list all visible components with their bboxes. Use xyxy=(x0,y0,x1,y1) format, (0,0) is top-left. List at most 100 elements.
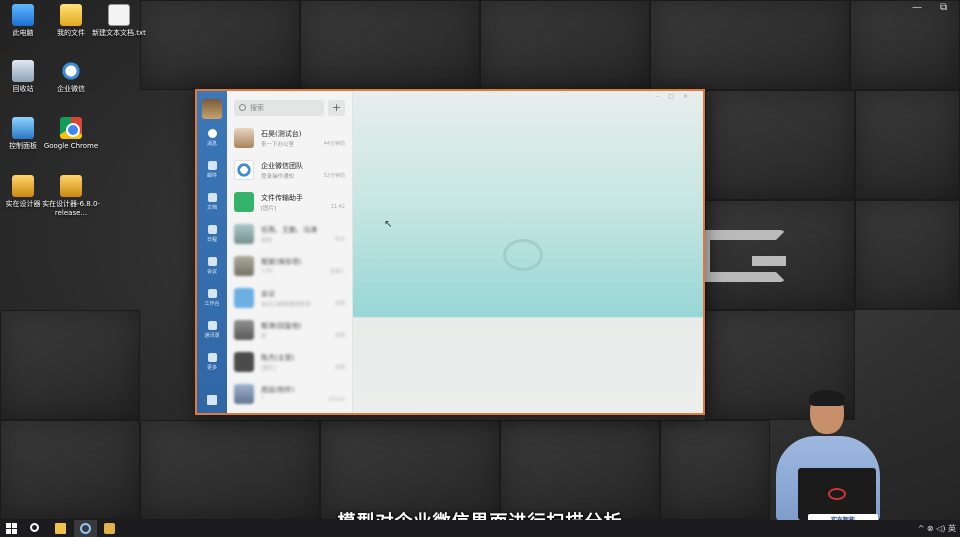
conversation-preview: 会议已被管理员取消 xyxy=(261,302,311,308)
conversation-time: 44分钟前 xyxy=(323,141,345,147)
desktop-icon-label: 我的文件 xyxy=(57,29,85,37)
conversation-name: 陈杰(主管) xyxy=(261,354,295,362)
folder-icon xyxy=(234,192,254,212)
conversation-name: 周延(附件) xyxy=(261,386,295,394)
search-icon[interactable] xyxy=(30,523,39,532)
folder-icon xyxy=(60,4,82,26)
list-item[interactable]: 周延(附件) ? 8月4日 xyxy=(227,379,353,411)
contacts-icon xyxy=(207,321,217,330)
desktop-icon-wecom[interactable]: 企业微信 xyxy=(41,60,101,94)
desktop-icon-label: 回收站 xyxy=(12,85,34,93)
rail-item-label: 文档 xyxy=(206,205,217,211)
wecom-team-icon xyxy=(234,160,254,180)
rail-item-messages[interactable]: 消息 xyxy=(197,129,227,157)
conversation-name: 会议 xyxy=(261,290,275,298)
avatar xyxy=(234,224,254,244)
meeting-icon xyxy=(207,257,217,266)
computer-icon xyxy=(12,4,34,26)
windows-start-icon[interactable] xyxy=(6,523,17,534)
more-dots-icon xyxy=(207,353,217,362)
conversation-preview: 好 xyxy=(261,334,267,340)
list-item[interactable]: 石昊(测试台) 来一下办公室 44分钟前 xyxy=(227,123,353,155)
conversation-preview: 登录操作通知 xyxy=(261,174,295,180)
avatar xyxy=(234,256,254,276)
search-placeholder: 搜索 xyxy=(250,104,264,112)
wecom-taskbar-icon[interactable] xyxy=(80,523,91,534)
desktop-icon-label: 实在设计器-6.8.0-release... xyxy=(42,200,100,217)
grid-icon xyxy=(207,289,217,298)
avatar[interactable] xyxy=(202,99,222,119)
avatar xyxy=(234,128,254,148)
desktop-icon-new-text-file[interactable]: 新建文本文档.txt xyxy=(89,4,149,38)
recycle-bin-icon xyxy=(12,60,34,82)
conversation-preview: 收到 xyxy=(261,238,273,244)
conversation-name: 企业微信团队 xyxy=(261,162,303,170)
text-file-icon xyxy=(108,4,130,26)
wecom-window[interactable]: 消息 邮件 文档 日程 会议 工作台 通讯录 更多 搜索 + 石昊(测试台) 来… xyxy=(195,89,705,415)
chat-icon xyxy=(207,129,217,138)
list-item[interactable]: 框架(保存项) 1.82 星期六 xyxy=(227,251,353,283)
rail-item-label: 通讯录 xyxy=(204,333,220,339)
rail-item-label: 日程 xyxy=(206,237,217,243)
conversation-preview: ? xyxy=(261,396,264,402)
conversation-time: 昨天 xyxy=(334,237,345,243)
designer-icon xyxy=(60,175,82,197)
designer-taskbar-icon[interactable] xyxy=(104,523,115,534)
wecom-icon xyxy=(60,60,82,82)
conversation-name: 郁涛(回复他) xyxy=(261,322,302,330)
system-tray[interactable]: ^ ⊗ ◁) 英 xyxy=(918,523,956,534)
conversation-preview: [图片] xyxy=(261,366,277,372)
rail-item-more[interactable]: 更多 xyxy=(197,353,227,381)
conversation-time: 11:42 xyxy=(330,204,345,210)
window-controls[interactable]: –□× xyxy=(656,93,697,100)
chrome-icon xyxy=(60,117,82,139)
conversation-preview: 来一下办公室 xyxy=(261,142,295,148)
conversation-preview: [图片] xyxy=(261,206,277,212)
minimize-icon[interactable]: — xyxy=(912,2,922,13)
desktop-icon-label: 控制面板 xyxy=(9,142,37,150)
avatar xyxy=(234,320,254,340)
desktop-icon-chrome[interactable]: Google Chrome xyxy=(41,117,101,151)
taskbar: ^ ⊗ ◁) 英 xyxy=(0,520,960,537)
list-item[interactable]: 郁涛(回复他) 好 星期 xyxy=(227,315,353,347)
laptop-logo-icon xyxy=(828,488,846,500)
conversation-time: 8月4日 xyxy=(328,397,345,403)
settings-icon[interactable] xyxy=(207,395,217,405)
search-input[interactable]: 搜索 xyxy=(234,100,324,116)
conversation-time: 星期 xyxy=(334,333,345,339)
conversation-name: 框架(保存项) xyxy=(261,258,302,266)
chat-pane: –□× xyxy=(353,91,703,413)
rail-item-workbench[interactable]: 工作台 xyxy=(197,289,227,317)
list-item[interactable]: 陈杰(主管) [图片] 星期 xyxy=(227,347,353,379)
rail-item-mail[interactable]: 邮件 xyxy=(197,161,227,189)
desktop-icon-label: 新建文本文档.txt xyxy=(92,29,146,37)
document-icon xyxy=(207,193,217,202)
rail-item-label: 更多 xyxy=(206,365,217,371)
search-icon xyxy=(239,104,246,111)
background-logo xyxy=(700,230,786,282)
conversation-name: 文件传输助手 xyxy=(261,194,303,202)
rail-item-meeting[interactable]: 会议 xyxy=(197,257,227,285)
restore-icon[interactable]: ⧉ xyxy=(940,2,947,13)
conversation-preview: 1.82 xyxy=(261,268,274,274)
list-item[interactable]: 会议 会议已被管理员取消 星期 xyxy=(227,283,353,315)
mouse-cursor-icon: ↖ xyxy=(384,219,393,230)
avatar xyxy=(234,384,254,404)
avatar xyxy=(234,352,254,372)
rail-item-calendar[interactable]: 日程 xyxy=(197,225,227,253)
presenter-hair xyxy=(809,390,845,406)
conversation-time: 星期六 xyxy=(329,269,345,275)
rail-item-label: 会议 xyxy=(206,269,217,275)
rail-item-docs[interactable]: 文档 xyxy=(197,193,227,221)
add-button[interactable]: + xyxy=(328,100,345,116)
calendar-icon xyxy=(207,225,217,234)
rail-item-contacts[interactable]: 通讯录 xyxy=(197,321,227,349)
file-explorer-icon[interactable] xyxy=(55,523,66,534)
desktop-icon-designer-release[interactable]: 实在设计器-6.8.0-release... xyxy=(41,175,101,218)
list-item[interactable]: 企业微信团队 登录操作通知 52分钟前 xyxy=(227,155,353,187)
designer-icon xyxy=(12,175,34,197)
list-item[interactable]: 文件传输助手 [图片] 11:42 xyxy=(227,187,353,219)
conversation-time: 星期 xyxy=(334,365,345,371)
conversation-list: 搜索 + 石昊(测试台) 来一下办公室 44分钟前 企业微信团队 登录操作通知 … xyxy=(227,91,353,413)
list-item[interactable]: 任燕、王鹏、冯涛 收到 昨天 xyxy=(227,219,353,251)
